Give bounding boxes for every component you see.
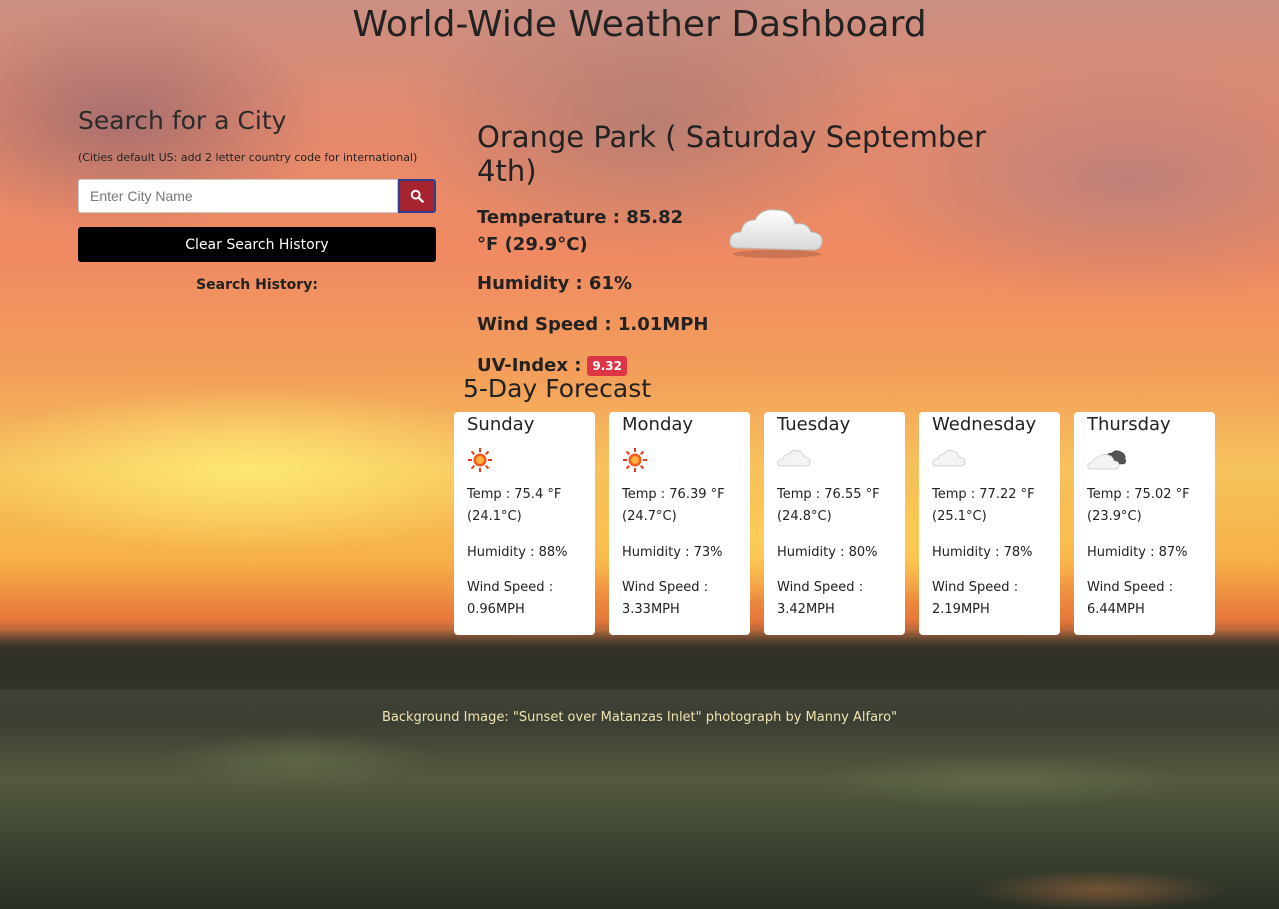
forecast-temp: Temp : 76.39 °F (24.7°C): [622, 487, 725, 524]
forecast-card: Monday Temp : 76.39 °F (24.7°C) Humidity :…: [609, 412, 750, 635]
search-history-label: Search History:: [196, 277, 318, 293]
current-weather: Orange Park ( Saturday September 4th) Te…: [477, 120, 997, 376]
forecast-wind-speed: Wind Speed : 3.33MPH: [622, 580, 709, 617]
forecast-temp: Temp : 75.4 °F (24.1°C): [467, 487, 562, 524]
forecast-humidity: Humidity : 78%: [932, 545, 1033, 560]
forecast-card: Tuesday Temp : 76.55 °F (24.8°C) Humidity …: [764, 412, 905, 635]
uv-index-label: UV-Index :: [477, 355, 582, 376]
city-heading: Orange Park ( Saturday September 4th): [477, 120, 986, 188]
cloud-icon: [729, 209, 823, 258]
forecast-wind-speed: Wind Speed : 3.42MPH: [777, 580, 864, 617]
page-title: World-Wide Weather Dashboard: [352, 4, 927, 45]
search-heading: Search for a City: [78, 106, 287, 135]
forecast-card: Wednesday Temp : 77.22 °F (25.1°C) Humidit…: [919, 412, 1060, 635]
forecast-card: Sunday Temp : 75.4 °F (24.1°C) Humidity : …: [454, 412, 595, 635]
forecast-day: Monday: [622, 414, 694, 435]
forecast-heading: 5-Day Forecast: [463, 374, 652, 403]
clear-history-button[interactable]: Clear Search History: [78, 227, 436, 262]
broken-clouds-icon: [1087, 447, 1202, 479]
forecast-day: Thursday: [1087, 414, 1171, 435]
forecast-humidity: Humidity : 87%: [1087, 545, 1188, 560]
city-search-input[interactable]: [78, 179, 398, 213]
sun-icon: [622, 447, 737, 479]
forecast-day: Sunday: [467, 414, 535, 435]
forecast-wind-speed: Wind Speed : 6.44MPH: [1087, 580, 1174, 617]
background-credit: Background Image: "Sunset over Matanzas …: [381, 710, 898, 725]
current-wind-speed: Wind Speed : 1.01MPH: [477, 314, 709, 335]
sun-icon: [467, 447, 582, 479]
forecast-temp: Temp : 77.22 °F (25.1°C): [932, 487, 1035, 524]
search-note: (Cities default US: add 2 letter country…: [78, 151, 418, 164]
search-icon: [410, 189, 424, 203]
cloud-icon: [932, 447, 1047, 479]
uv-index-badge: 9.32: [587, 355, 627, 376]
forecast-humidity: Humidity : 88%: [467, 545, 568, 560]
background-treeline: [0, 630, 1279, 690]
forecast-day: Wednesday: [932, 414, 1037, 435]
forecast-wind-speed: Wind Speed : 0.96MPH: [467, 580, 554, 617]
forecast-humidity: Humidity : 80%: [777, 545, 878, 560]
forecast-wind-speed: Wind Speed : 2.19MPH: [932, 580, 1019, 617]
current-temperature: Temperature : 85.82 °F (29.9°C): [477, 207, 684, 255]
background-field: [0, 720, 1279, 909]
forecast-card: Thursday Temp : 75.02 °F (23.9°C) Humidity…: [1074, 412, 1215, 635]
forecast-humidity: Humidity : 73%: [622, 545, 723, 560]
current-uv-index: UV-Index : 9.32: [477, 355, 997, 376]
forecast-day: Tuesday: [777, 414, 851, 435]
search-row: [78, 179, 436, 213]
forecast-cards: Sunday Temp : 75.4 °F (24.1°C) Humidity : …: [454, 412, 1215, 635]
cloud-icon: [777, 447, 892, 479]
forecast-temp: Temp : 76.55 °F (24.8°C): [777, 487, 880, 524]
search-button[interactable]: [398, 179, 436, 213]
forecast-temp: Temp : 75.02 °F (23.9°C): [1087, 487, 1190, 524]
current-humidity: Humidity : 61%: [477, 273, 633, 294]
search-panel: Search for a City (Cities default US: ad…: [78, 106, 436, 293]
